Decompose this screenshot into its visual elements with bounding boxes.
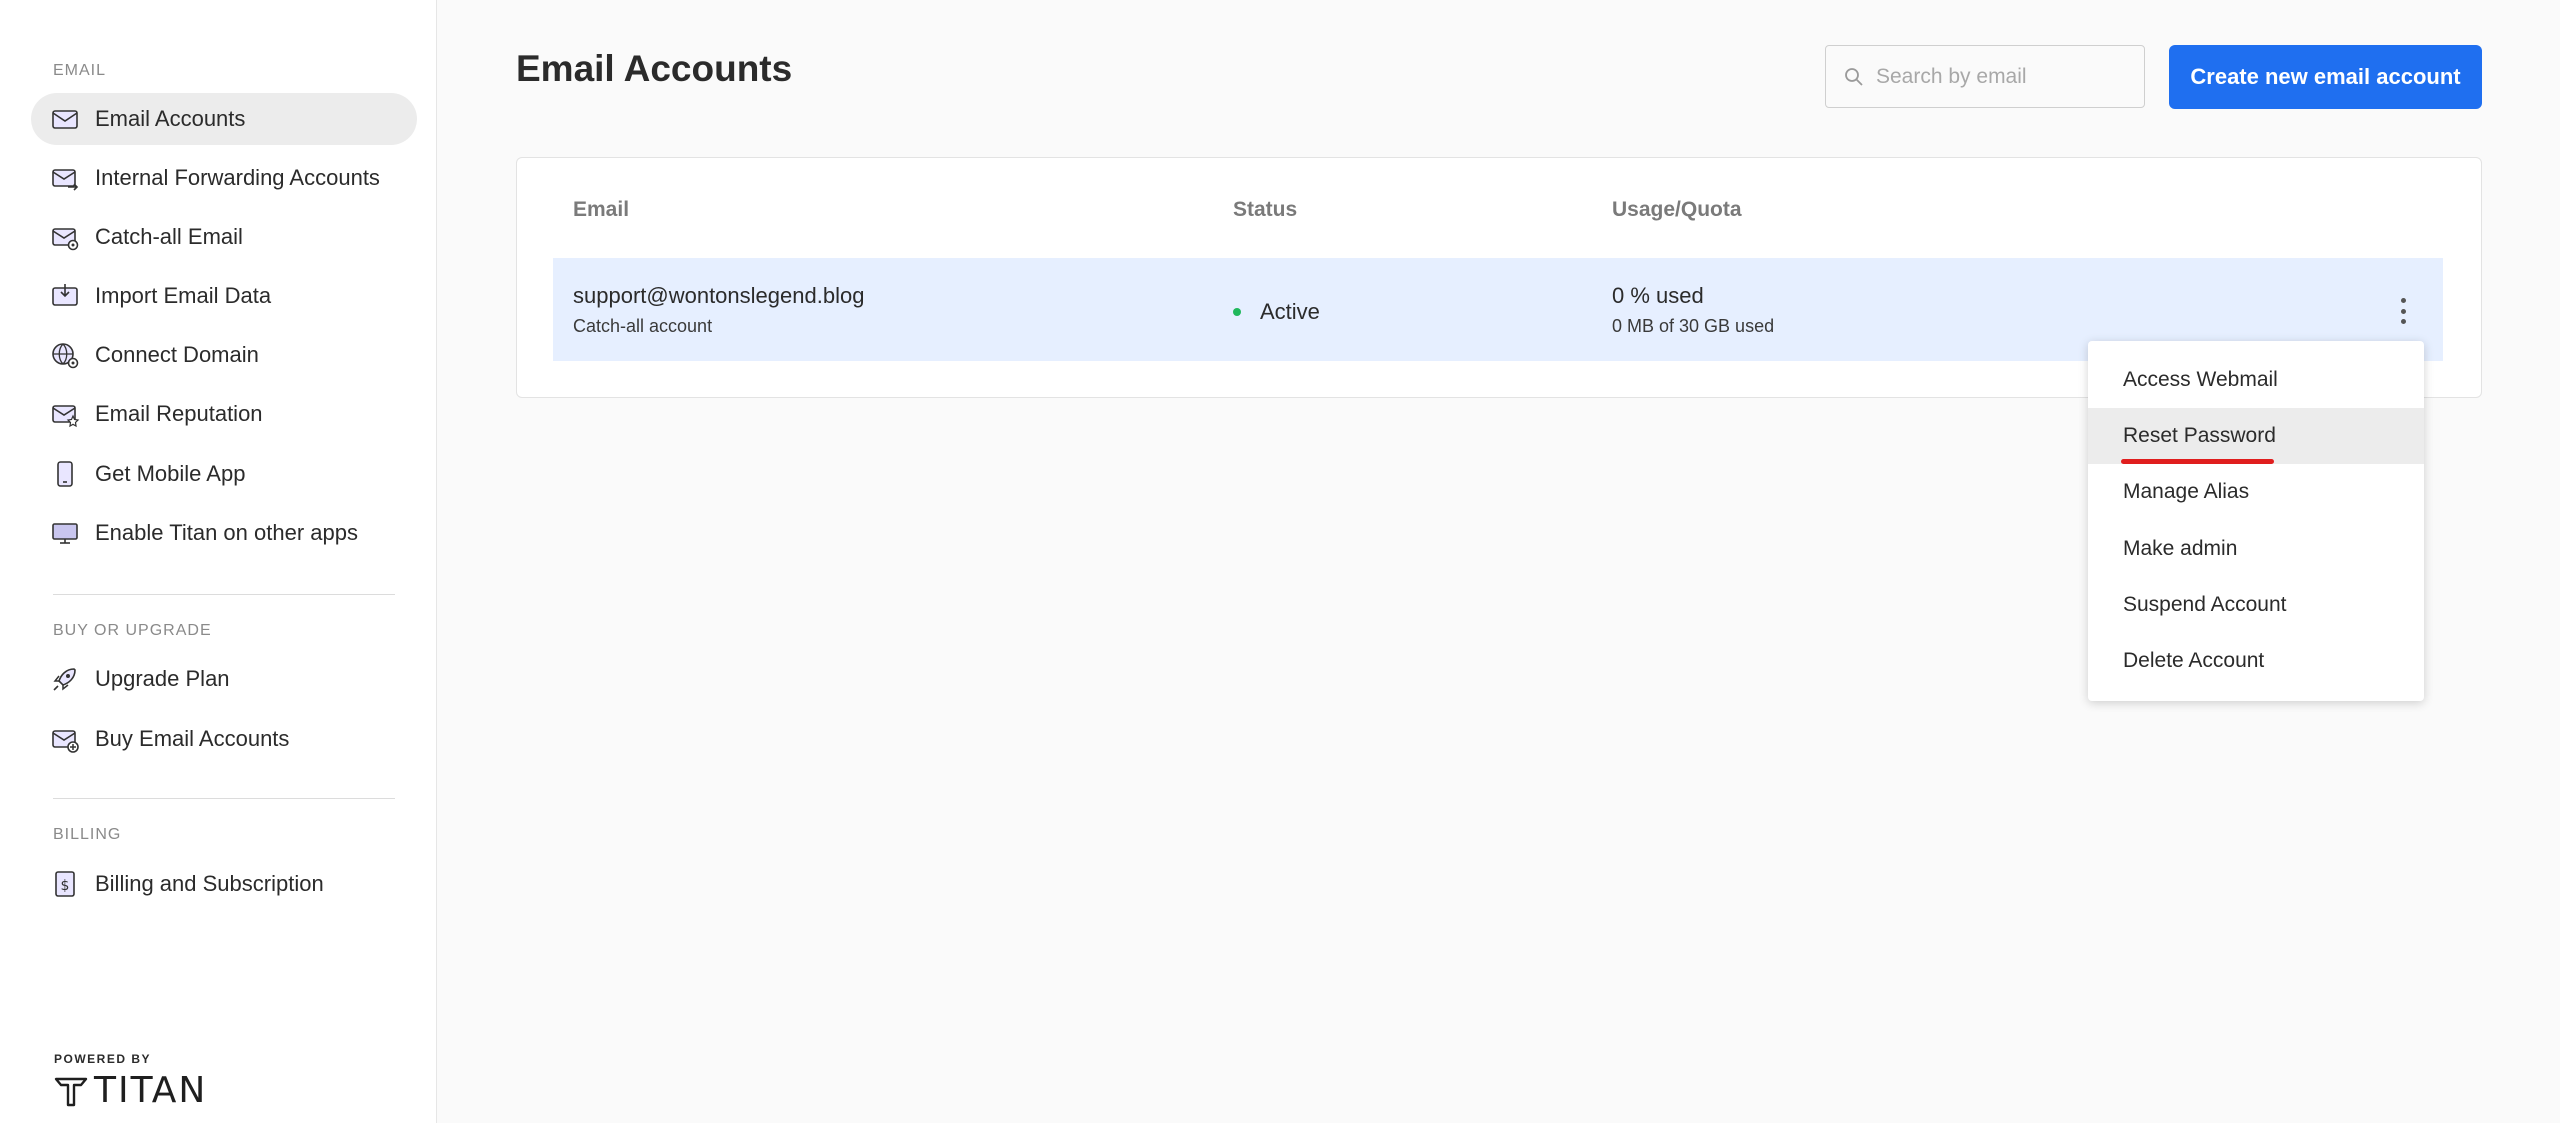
sidebar-item-import-email[interactable]: Import Email Data bbox=[31, 270, 417, 322]
sidebar-item-billing[interactable]: $ Billing and Subscription bbox=[31, 858, 417, 910]
sidebar-item-label: Billing and Subscription bbox=[95, 871, 324, 896]
powered-by-label: POWERED BY bbox=[54, 1052, 152, 1066]
more-options-icon[interactable] bbox=[2392, 293, 2414, 329]
sidebar-item-label: Import Email Data bbox=[95, 283, 272, 308]
section-title-buy-or-upgrade: BUY OR UPGRADE bbox=[53, 622, 212, 639]
phone-icon bbox=[49, 458, 81, 490]
usage-percent: 0 % used bbox=[1612, 283, 1704, 308]
sidebar-item-label: Enable Titan on other apps bbox=[95, 520, 358, 545]
sidebar-item-email-accounts[interactable]: Email Accounts bbox=[31, 93, 417, 145]
menu-item-make-admin[interactable]: Make admin bbox=[2088, 521, 2424, 577]
sidebar-item-internal-forwarding[interactable]: Internal Forwarding Accounts bbox=[31, 152, 417, 204]
sidebar-item-label: Internal Forwarding Accounts bbox=[95, 165, 380, 190]
sidebar-item-label: Email Reputation bbox=[95, 401, 263, 426]
svg-text:$: $ bbox=[61, 878, 70, 894]
sidebar-item-label: Get Mobile App bbox=[95, 461, 246, 486]
sidebar-item-label: Upgrade Plan bbox=[95, 666, 230, 691]
sidebar-item-connect-domain[interactable]: Connect Domain bbox=[31, 329, 417, 381]
titan-logo-icon bbox=[54, 1077, 88, 1106]
sidebar-item-enable-titan[interactable]: Enable Titan on other apps bbox=[31, 507, 417, 559]
sidebar-item-mobile-app[interactable]: Get Mobile App bbox=[31, 448, 417, 500]
mail-plus-icon bbox=[49, 723, 81, 755]
row-actions-menu: Access Webmail Reset Password Manage Ali… bbox=[2088, 341, 2424, 701]
sidebar-item-label: Buy Email Accounts bbox=[95, 726, 290, 751]
account-email: support@wontonslegend.blog bbox=[573, 283, 865, 308]
menu-item-manage-alias[interactable]: Manage Alias bbox=[2088, 464, 2424, 520]
mail-gear-icon bbox=[49, 221, 81, 253]
sidebar-item-upgrade-plan[interactable]: Upgrade Plan bbox=[31, 653, 417, 705]
column-header-email: Email bbox=[573, 198, 630, 221]
menu-item-reset-password[interactable]: Reset Password bbox=[2088, 408, 2424, 464]
account-type: Catch-all account bbox=[573, 316, 713, 336]
section-title-email: EMAIL bbox=[53, 62, 107, 79]
column-header-status: Status bbox=[1233, 198, 1298, 221]
mail-forward-icon bbox=[49, 162, 81, 194]
column-header-usage: Usage/Quota bbox=[1612, 198, 1742, 221]
menu-item-suspend-account[interactable]: Suspend Account bbox=[2088, 577, 2424, 633]
search-input[interactable] bbox=[1876, 64, 2136, 89]
titan-logo: TITAN bbox=[54, 1070, 207, 1111]
mail-import-icon bbox=[49, 280, 81, 312]
usage-quota: 0 MB of 30 GB used bbox=[1612, 316, 1775, 336]
sidebar-divider bbox=[53, 798, 395, 799]
sidebar-divider bbox=[53, 594, 395, 595]
sidebar-item-email-reputation[interactable]: Email Reputation bbox=[31, 388, 417, 440]
sidebar-item-label: Email Accounts bbox=[95, 106, 246, 131]
search-icon bbox=[1845, 67, 1863, 86]
monitor-icon bbox=[49, 517, 81, 549]
sidebar: EMAIL Email Accounts Internal Forwarding… bbox=[0, 0, 437, 1123]
section-title-billing: BILLING bbox=[53, 826, 122, 843]
sidebar-item-label: Connect Domain bbox=[95, 342, 259, 367]
menu-item-access-webmail[interactable]: Access Webmail bbox=[2088, 352, 2424, 408]
sidebar-item-label: Catch-all Email bbox=[95, 224, 243, 249]
brand-name: TITAN bbox=[94, 1070, 208, 1111]
sidebar-item-catch-all[interactable]: Catch-all Email bbox=[31, 211, 417, 263]
search-box[interactable] bbox=[1825, 45, 2145, 108]
status-dot-icon bbox=[1233, 308, 1241, 316]
menu-item-delete-account[interactable]: Delete Account bbox=[2088, 633, 2424, 689]
sidebar-item-buy-email-accounts[interactable]: Buy Email Accounts bbox=[31, 713, 417, 765]
dollar-document-icon: $ bbox=[49, 868, 81, 900]
mail-icon bbox=[49, 103, 81, 135]
create-email-account-button[interactable]: Create new email account bbox=[2169, 45, 2482, 109]
status-badge: Active bbox=[1260, 299, 1320, 324]
mail-star-icon bbox=[49, 398, 81, 430]
annotation-underline bbox=[2121, 459, 2274, 464]
rocket-icon bbox=[49, 663, 81, 695]
globe-gear-icon bbox=[49, 339, 81, 371]
page-title: Email Accounts bbox=[516, 48, 793, 89]
